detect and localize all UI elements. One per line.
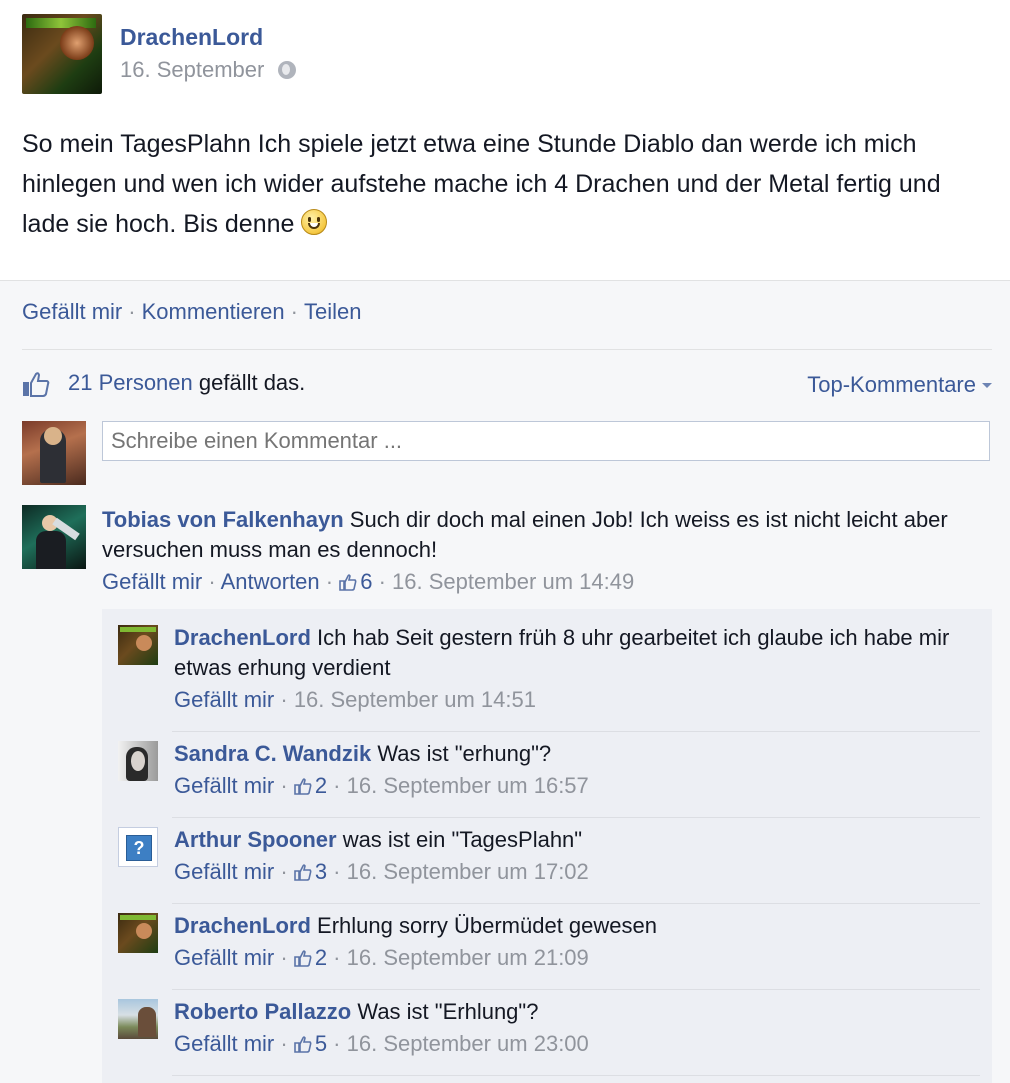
like-button[interactable]: Gefällt mir <box>22 299 122 324</box>
reply-like-count[interactable]: 2 <box>315 945 327 970</box>
globe-icon[interactable] <box>278 61 297 79</box>
reply-time[interactable]: 16. September um 16:57 <box>347 773 589 798</box>
comment-body: Tobias von Falkenhayn Such dir doch mal … <box>102 505 992 565</box>
reply-like-button[interactable]: Gefällt mir <box>174 859 274 884</box>
comment: Tobias von Falkenhayn Such dir doch mal … <box>22 505 992 605</box>
thumbs-up-icon <box>294 1036 312 1053</box>
comment-input[interactable] <box>102 421 990 461</box>
replies-container: DrachenLord Ich hab Seit gestern früh 8 … <box>102 609 992 1083</box>
thumbs-up-icon <box>294 778 312 795</box>
divider <box>172 1075 980 1076</box>
reply-author-name[interactable]: Sandra C. Wandzik <box>174 741 371 766</box>
avatar-head <box>44 427 62 445</box>
share-button[interactable]: Teilen <box>304 299 361 324</box>
reply-body: Sandra C. Wandzik Was ist "erhung"? <box>174 739 974 769</box>
likes-text: 21 Personen gefällt das. <box>68 370 305 396</box>
reply-body: DrachenLord Ich hab Seit gestern früh 8 … <box>174 623 974 683</box>
comment-button[interactable]: Kommentieren <box>142 299 285 324</box>
reply-time[interactable]: 16. September um 23:00 <box>347 1031 589 1056</box>
action-separator: · <box>290 299 298 324</box>
post-author-name[interactable]: DrachenLord <box>120 24 263 51</box>
reply-time[interactable]: 16. September um 14:51 <box>294 687 536 712</box>
reply-like-count[interactable]: 3 <box>315 859 327 884</box>
thumbs-up-icon <box>23 372 50 397</box>
reply-time[interactable]: 16. September um 21:09 <box>347 945 589 970</box>
reply-avatar[interactable]: ? <box>118 827 158 867</box>
reply-like-button[interactable]: Gefällt mir <box>174 945 274 970</box>
reply-avatar[interactable] <box>118 741 158 781</box>
reply-meta: Gefällt mir · 2 · 16. September um 16:57 <box>174 773 589 798</box>
reply-avatar[interactable] <box>118 999 158 1039</box>
reply-meta: Gefällt mir · 5 · 16. September um 23:00 <box>174 1031 589 1056</box>
post-text: So mein TagesPlahn Ich spiele jetzt etwa… <box>22 124 992 244</box>
reply-body: DrachenLord Erhlung sorry Übermüdet gewe… <box>174 911 974 941</box>
divider <box>172 817 980 818</box>
comment-meta: Gefällt mir · Antworten · 6 · 16. Septem… <box>102 569 635 594</box>
divider <box>22 349 992 350</box>
reply-avatar[interactable] <box>118 913 158 953</box>
reply-body: Arthur Spooner was ist ein "TagesPlahn" <box>174 825 974 855</box>
reply-text: Was ist "Erhlung"? <box>357 999 539 1024</box>
reply-time[interactable]: 16. September um 17:02 <box>347 859 589 884</box>
post-header: DrachenLord 16. September <box>22 14 982 96</box>
divider <box>172 903 980 904</box>
smiley-emoji-icon <box>301 209 328 235</box>
current-user-avatar <box>22 421 86 485</box>
reply-text: was ist ein "TagesPlahn" <box>342 827 583 852</box>
avatar-banner <box>26 18 96 28</box>
reply-avatar[interactable] <box>118 625 158 665</box>
reply-like-button[interactable]: Gefällt mir <box>174 773 274 798</box>
question-mark-icon: ? <box>126 835 152 861</box>
reply-meta: Gefällt mir · 3 · 16. September um 17:02 <box>174 859 589 884</box>
post-actions: Gefällt mir · Kommentieren · Teilen <box>22 299 361 325</box>
top-comments-label: Top-Kommentare <box>807 372 976 397</box>
commenter-name[interactable]: Tobias von Falkenhayn <box>102 507 344 532</box>
thumbs-up-icon <box>294 950 312 967</box>
comment-time[interactable]: 16. September um 14:49 <box>392 569 634 594</box>
reply-text: Erhlung sorry Übermüdet gewesen <box>317 913 657 938</box>
reply-author-name[interactable]: Roberto Pallazzo <box>174 999 351 1024</box>
reply-meta: Gefällt mir · 16. September um 14:51 <box>174 687 536 712</box>
comment-reply-button[interactable]: Antworten <box>221 569 320 594</box>
avatar-figure <box>60 26 94 60</box>
post-date[interactable]: 16. September <box>120 57 264 83</box>
reply-author-name[interactable]: Arthur Spooner <box>174 827 337 852</box>
author-avatar[interactable] <box>22 14 102 94</box>
divider <box>172 731 980 732</box>
thumbs-up-icon <box>294 864 312 881</box>
thumbs-up-icon <box>339 574 357 591</box>
likers-link[interactable]: 21 Personen <box>68 370 193 395</box>
post-text-content: So mein TagesPlahn Ich spiele jetzt etwa… <box>22 130 941 238</box>
action-separator: · <box>128 299 136 324</box>
reply-body: Roberto Pallazzo Was ist "Erhlung"? <box>174 997 974 1027</box>
divider <box>172 989 980 990</box>
reply-author-name[interactable]: DrachenLord <box>174 913 311 938</box>
likes-summary: 21 Personen gefällt das. Top-Kommentare <box>22 369 992 399</box>
comment-like-button[interactable]: Gefällt mir <box>102 569 202 594</box>
comment-like-count[interactable]: 6 <box>360 569 372 594</box>
likes-suffix: gefällt das. <box>192 370 306 395</box>
chevron-down-icon <box>982 383 992 388</box>
reply-author-name[interactable]: DrachenLord <box>174 625 311 650</box>
feedback-section: Gefällt mir · Kommentieren · Teilen 21 Perso… <box>0 280 1010 1083</box>
reply-like-button[interactable]: Gefällt mir <box>174 687 274 712</box>
top-comments-dropdown[interactable]: Top-Kommentare <box>807 372 992 398</box>
reply-text: Was ist "erhung"? <box>377 741 552 766</box>
commenter-avatar[interactable] <box>22 505 86 569</box>
post-date-row: 16. September <box>120 57 297 83</box>
reply-like-count[interactable]: 2 <box>315 773 327 798</box>
reply-meta: Gefällt mir · 2 · 16. September um 21:09 <box>174 945 589 970</box>
reply-like-count[interactable]: 5 <box>315 1031 327 1056</box>
reply-like-button[interactable]: Gefällt mir <box>174 1031 274 1056</box>
